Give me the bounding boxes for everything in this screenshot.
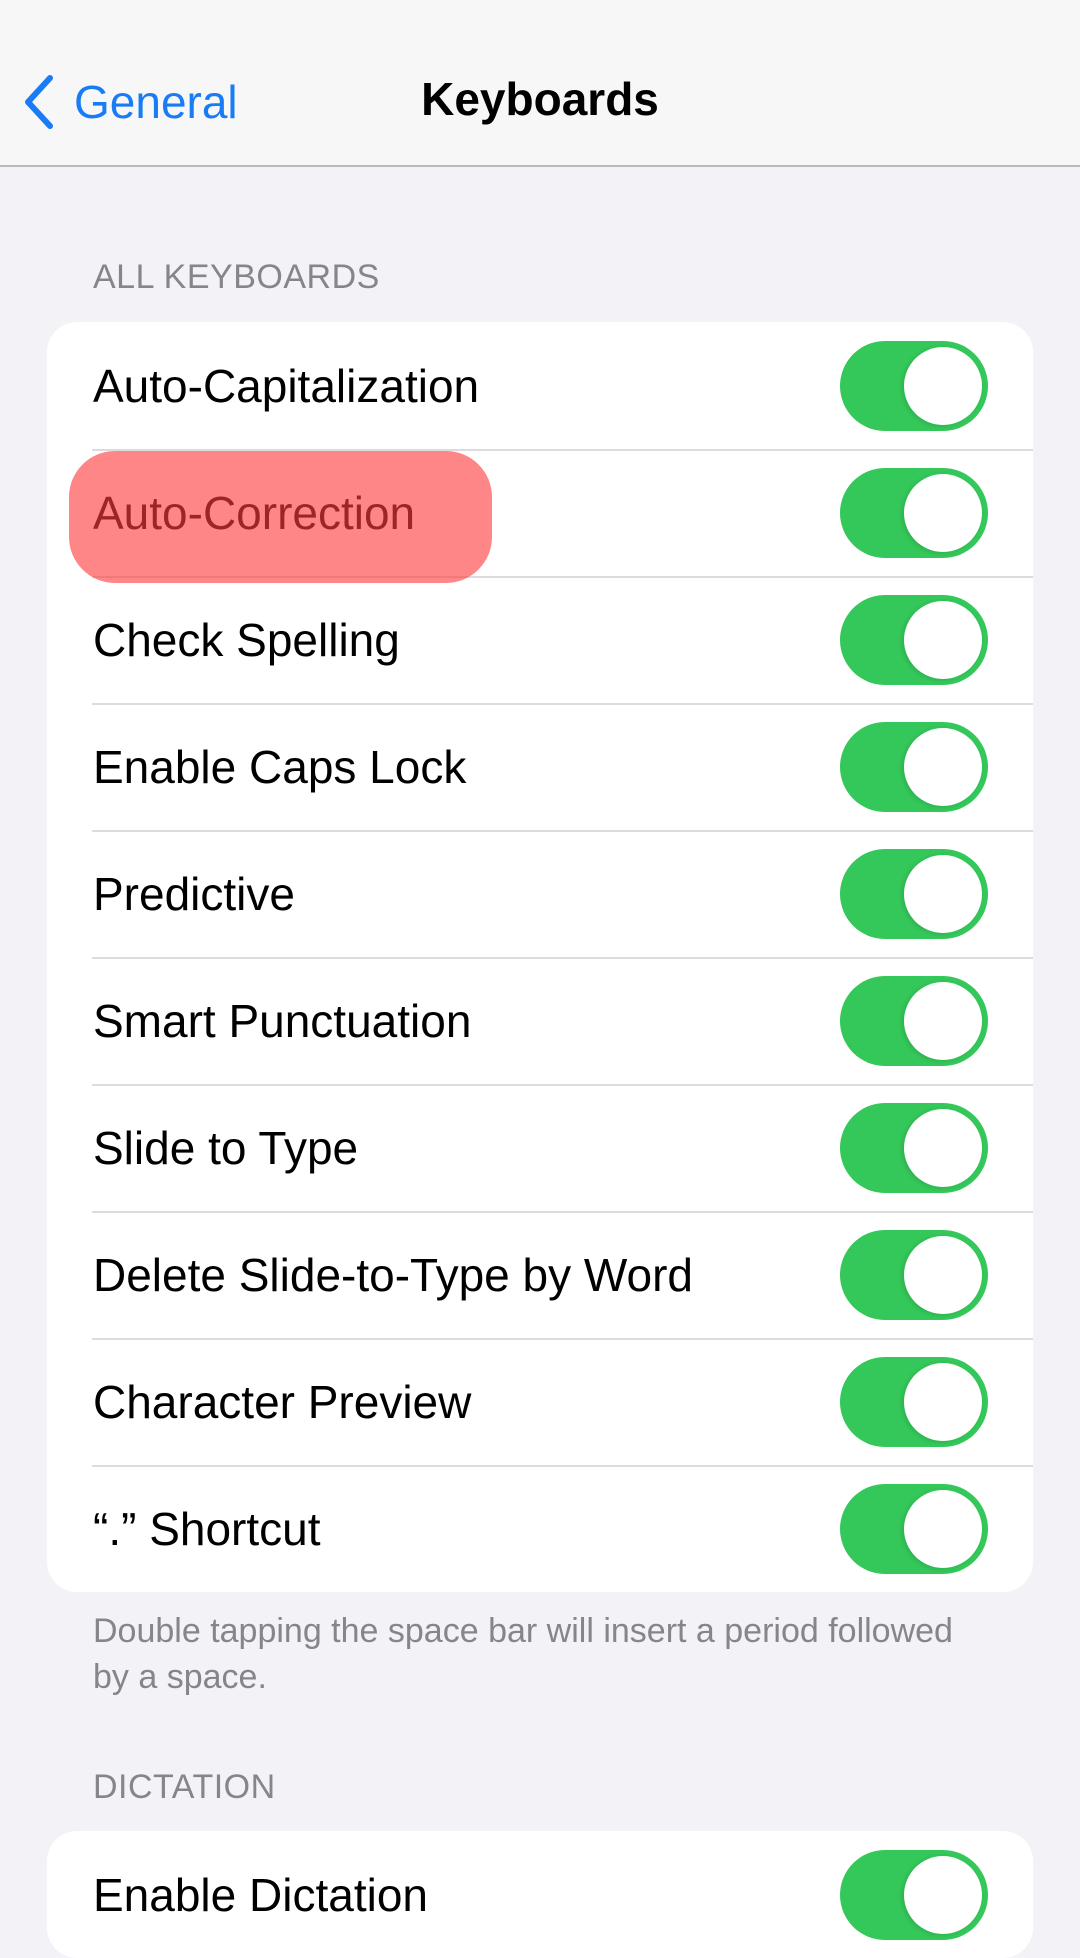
toggle-knob — [904, 727, 982, 806]
slide-to-type-toggle[interactable] — [840, 1102, 988, 1193]
row-label: Smart Punctuation — [93, 994, 472, 1047]
character-preview-toggle[interactable] — [840, 1356, 988, 1447]
dictation-card: Enable Dictation — [47, 1831, 1033, 1958]
row-label: Enable Caps Lock — [93, 740, 467, 793]
toggle-knob — [904, 473, 982, 552]
page-title-text: Keyboards — [421, 73, 659, 125]
auto-correction-toggle[interactable] — [840, 467, 988, 558]
page-title: Keyboards — [0, 72, 1080, 126]
toggle-knob — [904, 600, 982, 679]
section-header-all-keyboards: ALL KEYBOARDS — [93, 258, 380, 296]
row-label: Enable Dictation — [93, 1868, 428, 1921]
row-character-preview: Character Preview — [47, 1338, 1033, 1465]
row-check-spelling: Check Spelling — [47, 576, 1033, 703]
smart-punctuation-toggle[interactable] — [840, 975, 988, 1066]
all-keyboards-card: Auto-Capitalization Auto-Correction Chec… — [47, 322, 1033, 1592]
toggle-knob — [904, 1489, 982, 1568]
enable-dictation-toggle[interactable] — [840, 1849, 988, 1940]
period-shortcut-footer-note: Double tapping the space bar will insert… — [93, 1612, 953, 1696]
enable-caps-lock-toggle[interactable] — [840, 721, 988, 812]
delete-slide-to-type-by-word-toggle[interactable] — [840, 1229, 988, 1320]
row-delete-slide-to-type-by-word: Delete Slide-to-Type by Word — [47, 1211, 1033, 1338]
row-label: Auto-Correction — [93, 486, 416, 539]
toggle-knob — [904, 1362, 982, 1441]
row-label: Delete Slide-to-Type by Word — [93, 1248, 693, 1301]
row-period-shortcut: “.” Shortcut — [47, 1465, 1033, 1592]
row-enable-dictation: Enable Dictation — [47, 1831, 1033, 1958]
row-label: Slide to Type — [93, 1121, 359, 1174]
check-spelling-toggle[interactable] — [840, 594, 988, 685]
toggle-knob — [904, 854, 982, 933]
row-label: Character Preview — [93, 1375, 472, 1428]
predictive-toggle[interactable] — [840, 848, 988, 939]
row-predictive: Predictive — [47, 830, 1033, 957]
period-shortcut-toggle[interactable] — [840, 1483, 988, 1574]
row-smart-punctuation: Smart Punctuation — [47, 957, 1033, 1084]
navigation-bar: General Keyboards — [0, 0, 1080, 167]
row-label: Check Spelling — [93, 613, 400, 666]
row-slide-to-type: Slide to Type — [47, 1084, 1033, 1211]
row-label: Predictive — [93, 867, 295, 920]
toggle-knob — [904, 1855, 982, 1934]
auto-capitalization-toggle[interactable] — [840, 340, 988, 431]
row-label: “.” Shortcut — [93, 1502, 321, 1555]
toggle-knob — [904, 1108, 982, 1187]
row-auto-capitalization: Auto-Capitalization — [47, 322, 1033, 449]
section-header-dictation: DICTATION — [93, 1768, 276, 1806]
row-enable-caps-lock: Enable Caps Lock — [47, 703, 1033, 830]
toggle-knob — [904, 981, 982, 1060]
toggle-knob — [904, 1235, 982, 1314]
row-label: Auto-Capitalization — [93, 359, 480, 412]
row-auto-correction: Auto-Correction — [47, 449, 1033, 576]
toggle-knob — [904, 346, 982, 425]
